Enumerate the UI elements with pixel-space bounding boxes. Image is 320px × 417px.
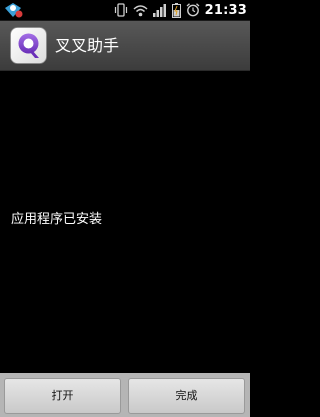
battery-charging-icon xyxy=(171,2,181,18)
status-bar-right: 21:33 xyxy=(114,0,247,20)
title-bar: 叉叉助手 xyxy=(0,21,250,71)
button-bar: 打开 完成 xyxy=(0,373,250,417)
status-bar-left xyxy=(4,2,24,18)
app-title: 叉叉助手 xyxy=(55,36,120,55)
install-status-message: 应用程序已安装 xyxy=(11,212,103,227)
app-notification-icon xyxy=(5,3,23,18)
wifi-icon xyxy=(133,4,148,16)
vibrate-icon xyxy=(114,3,127,17)
open-button[interactable]: 打开 xyxy=(4,378,121,414)
done-button[interactable]: 完成 xyxy=(128,378,245,414)
status-clock: 21:33 xyxy=(204,2,247,18)
status-bar: 21:33 xyxy=(0,0,250,21)
signal-icon xyxy=(152,3,166,17)
alarm-icon xyxy=(186,3,200,17)
xx-assistant-logo-icon xyxy=(10,27,47,64)
